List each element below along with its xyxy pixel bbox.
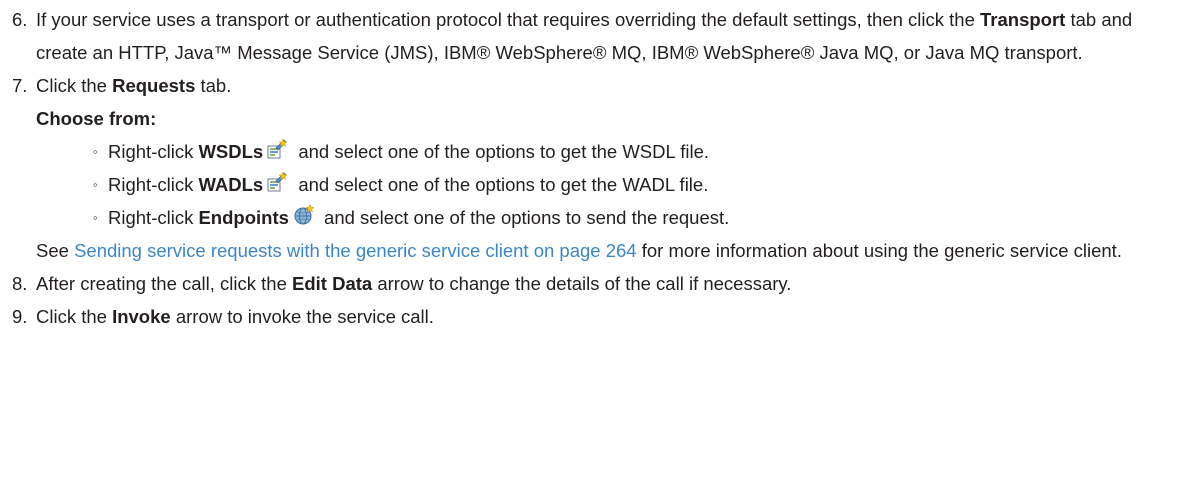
invoke-label: Invoke [112, 306, 171, 327]
option-wadls: ◦ Right-click WADLs and select one of th… [12, 168, 1177, 201]
step-text: Click the [36, 75, 113, 96]
transport-tab-label: Transport [980, 9, 1066, 30]
option-text: Right-click [108, 141, 199, 162]
bullet: ◦ [93, 210, 98, 225]
wadl-icon [267, 171, 289, 193]
step-text: arrow to change the details of the call … [372, 273, 792, 294]
wsdl-icon [267, 138, 289, 160]
step-number: 6. [12, 9, 28, 30]
see-also-paragraph: See Sending service requests with the ge… [12, 234, 1177, 267]
choose-from-heading: Choose from: [12, 102, 1177, 135]
step-text: Click the [36, 306, 113, 327]
option-text: and select one of the options to send th… [318, 207, 730, 228]
see-prefix: See [36, 240, 75, 261]
bullet: ◦ [93, 177, 98, 192]
bullet: ◦ [93, 144, 98, 159]
edit-data-label: Edit Data [292, 273, 373, 294]
step-number: 7. [12, 75, 28, 96]
step-9: 9. Click the Invoke arrow to invoke the … [12, 300, 1177, 333]
step-8: 8. After creating the call, click the Ed… [12, 267, 1177, 300]
step-text: arrow to invoke the service call. [170, 306, 434, 327]
step-text: After creating the call, click the [36, 273, 293, 294]
step-number: 9. [12, 306, 28, 327]
generic-service-client-link[interactable]: Sending service requests with the generi… [74, 240, 637, 261]
wsdls-label: WSDLs [198, 141, 264, 162]
step-6: 6. If your service uses a transport or a… [12, 3, 1177, 69]
step-text: If your service uses a transport or auth… [36, 9, 981, 30]
option-wsdls: ◦ Right-click WSDLs and select one of th… [12, 135, 1177, 168]
option-text: Right-click [108, 174, 199, 195]
option-text: and select one of the options to get the… [293, 141, 710, 162]
option-text: and select one of the options to get the… [293, 174, 709, 195]
step-7: 7. Click the Requests tab. [12, 69, 1177, 102]
wadls-label: WADLs [198, 174, 264, 195]
option-text: Right-click [108, 207, 199, 228]
see-suffix: for more information about using the gen… [636, 240, 1122, 261]
requests-tab-label: Requests [112, 75, 196, 96]
choose-from-label: Choose from: [36, 108, 157, 129]
endpoints-label: Endpoints [198, 207, 289, 228]
option-endpoints: ◦ Right-click Endpoints and select one o… [12, 201, 1177, 234]
step-number: 8. [12, 273, 28, 294]
document-page: 6. If your service uses a transport or a… [0, 0, 1177, 502]
endpoints-icon [293, 204, 315, 226]
step-text: tab. [195, 75, 232, 96]
